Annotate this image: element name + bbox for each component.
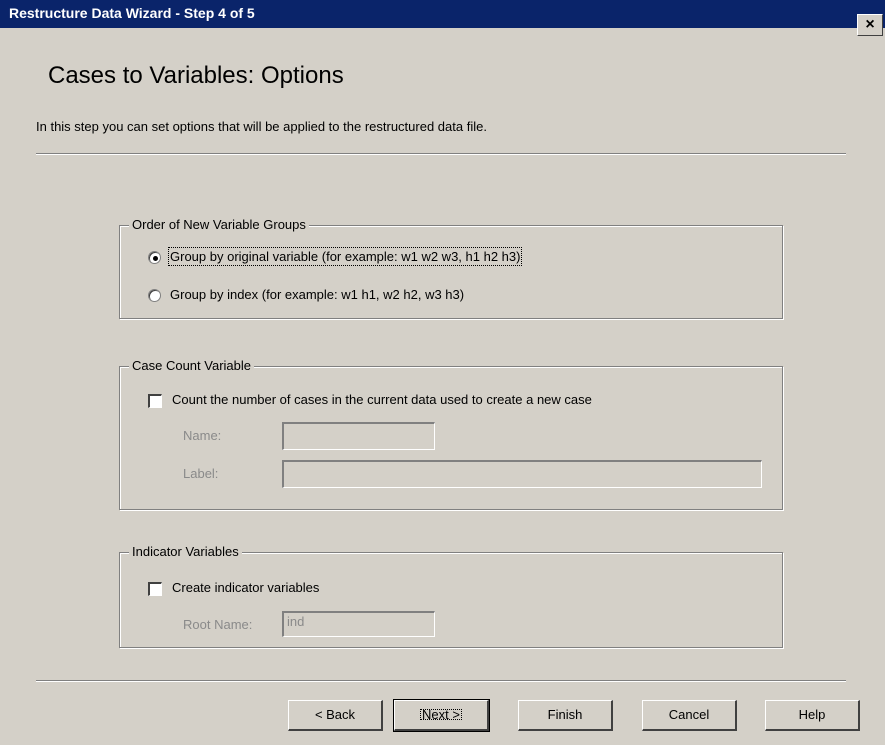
count-cases-checkbox[interactable] xyxy=(148,394,162,408)
create-indicator-checkbox[interactable] xyxy=(148,582,162,596)
back-button[interactable]: < Back xyxy=(288,700,383,731)
group-by-index-radio[interactable] xyxy=(148,289,161,302)
order-variable-groups-legend: Order of New Variable Groups xyxy=(129,217,309,232)
case-count-label-input[interactable] xyxy=(282,460,762,488)
finish-button[interactable]: Finish xyxy=(518,700,613,731)
name-field-label: Name: xyxy=(183,428,222,443)
radio-selected-dot xyxy=(153,256,158,261)
page-description: In this step you can set options that wi… xyxy=(36,119,487,134)
group-by-index-label[interactable]: Group by index (for example: w1 h1, w2 h… xyxy=(170,287,464,302)
next-button[interactable]: Next > xyxy=(393,699,490,732)
indicator-variables-box xyxy=(119,552,783,648)
cancel-button[interactable]: Cancel xyxy=(642,700,737,731)
case-count-variable-legend: Case Count Variable xyxy=(129,358,254,373)
footer-divider xyxy=(36,680,846,682)
count-cases-label[interactable]: Count the number of cases in the current… xyxy=(172,392,592,407)
close-icon: × xyxy=(865,16,875,33)
create-indicator-label[interactable]: Create indicator variables xyxy=(172,580,319,595)
help-button[interactable]: Help xyxy=(765,700,860,731)
case-count-name-input[interactable] xyxy=(282,422,435,450)
header-divider xyxy=(36,153,846,155)
root-name-input[interactable]: ind xyxy=(282,611,435,637)
label-field-label: Label: xyxy=(183,466,219,481)
page-title: Cases to Variables: Options xyxy=(48,62,344,89)
next-button-label: Next > xyxy=(416,705,466,724)
indicator-variables-legend: Indicator Variables xyxy=(129,544,242,559)
order-variable-groups-box xyxy=(119,225,783,319)
root-name-label: Root Name: xyxy=(183,617,253,632)
group-by-original-label[interactable]: Group by original variable (for example:… xyxy=(167,247,523,266)
group-by-original-radio[interactable] xyxy=(148,251,161,264)
window-title: Restructure Data Wizard - Step 4 of 5 xyxy=(9,5,255,21)
close-button[interactable]: × xyxy=(857,14,883,36)
